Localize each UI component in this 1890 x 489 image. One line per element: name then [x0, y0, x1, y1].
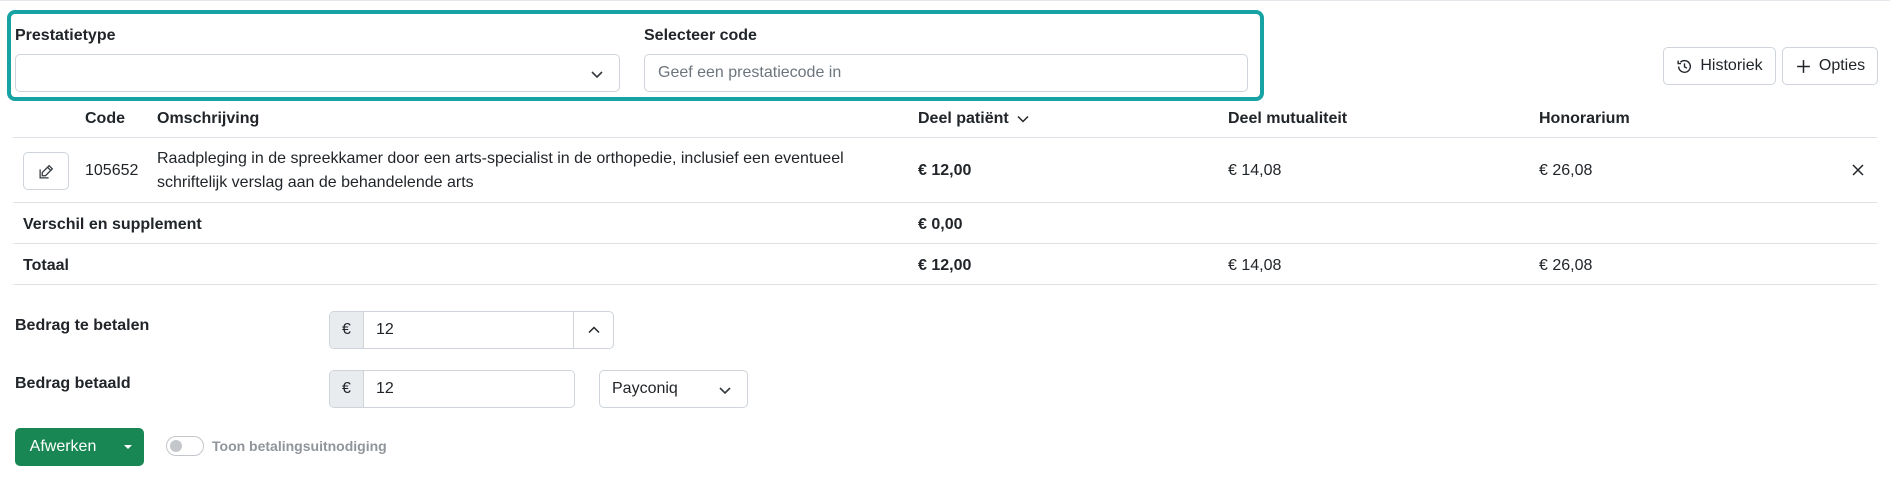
prestatietype-label: Prestatietype	[15, 27, 116, 44]
row-description-line1: Raadpleging in de spreekkamer door een a…	[157, 150, 844, 167]
edit-row-button[interactable]	[23, 152, 69, 190]
payment-method-value: Payconiq	[612, 380, 678, 397]
total-patient-share: € 12,00	[918, 257, 972, 274]
supplement-patient-share: € 0,00	[918, 216, 963, 233]
chevron-up-icon	[587, 326, 600, 334]
options-button[interactable]: Opties	[1782, 47, 1878, 85]
amount-to-pay-field[interactable]: € 12	[329, 311, 614, 349]
row-patient-share: € 12,00	[918, 162, 972, 179]
select-code-label: Selecteer code	[644, 27, 757, 44]
column-header-code: Code	[85, 110, 125, 127]
column-header-fee: Honorarium	[1539, 110, 1630, 127]
toggle-knob	[170, 440, 182, 452]
amount-to-pay-value[interactable]: 12	[364, 312, 573, 348]
history-button[interactable]: Historiek	[1663, 47, 1776, 85]
column-header-patient-share[interactable]: Deel patiënt	[918, 109, 1031, 129]
row-mutuality-share: € 14,08	[1228, 162, 1282, 179]
caret-down-icon	[123, 445, 132, 449]
chevron-down-icon	[591, 71, 603, 79]
currency-prefix: €	[330, 312, 364, 348]
row-description-line2: schriftelijk verslag aan de behandelende…	[157, 174, 474, 191]
chevron-down-icon	[719, 387, 731, 395]
finish-split-button[interactable]: Afwerken	[15, 428, 144, 466]
history-label: Historiek	[1700, 57, 1763, 74]
supplement-label: Verschil en supplement	[23, 216, 202, 233]
sort-chevron-down-icon	[1017, 115, 1029, 123]
total-mutuality-share: € 14,08	[1228, 257, 1282, 274]
payment-method-select[interactable]: Payconiq	[599, 370, 748, 408]
payment-invitation-toggle[interactable]	[166, 436, 204, 456]
amount-to-pay-label: Bedrag te betalen	[15, 317, 150, 334]
row-fee: € 26,08	[1539, 162, 1593, 179]
total-divider	[13, 284, 1877, 285]
amount-stepper-button[interactable]	[573, 312, 613, 348]
plus-icon	[1797, 59, 1810, 73]
finish-button[interactable]: Afwerken	[15, 428, 111, 466]
close-icon[interactable]	[1850, 162, 1866, 178]
currency-prefix: €	[330, 371, 364, 407]
finish-dropdown-toggle[interactable]	[111, 428, 144, 466]
row-divider	[13, 202, 1877, 203]
options-label: Opties	[1818, 57, 1866, 74]
payment-invitation-label: Toon betalingsuitnodiging	[212, 438, 387, 454]
amount-paid-label: Bedrag betaald	[15, 375, 131, 392]
total-label: Totaal	[23, 257, 69, 274]
supplement-divider	[13, 243, 1877, 244]
column-header-description: Omschrijving	[157, 110, 260, 127]
history-icon	[1677, 59, 1692, 73]
top-divider	[0, 0, 1890, 1]
prestatietype-select[interactable]	[15, 54, 620, 92]
edit-icon	[38, 164, 53, 179]
amount-paid-field[interactable]: € 12	[329, 370, 575, 408]
amount-paid-value[interactable]: 12	[364, 371, 574, 407]
row-code: 105652	[85, 162, 139, 179]
code-search-input[interactable]	[644, 54, 1248, 92]
column-header-patient-share-label: Deel patiënt	[918, 110, 1009, 127]
column-header-mutuality-share: Deel mutualiteit	[1228, 110, 1348, 127]
table-header-divider	[13, 137, 1877, 138]
total-fee: € 26,08	[1539, 257, 1593, 274]
